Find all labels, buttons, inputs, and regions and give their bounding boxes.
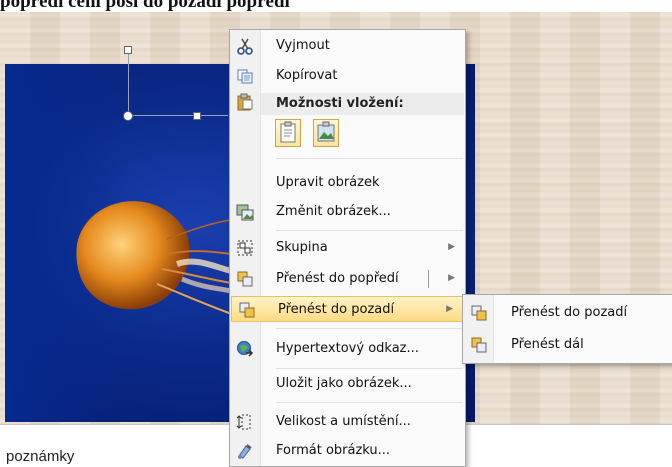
menu-item-save-as-picture[interactable]: Uložit jako obrázek... [230, 371, 465, 397]
menu-separator [276, 402, 463, 403]
notes-label: poznámky [6, 448, 75, 465]
resize-handle[interactable] [124, 46, 132, 54]
menu-separator [276, 328, 463, 329]
paste-text-icon [280, 121, 296, 143]
rotation-line [128, 50, 129, 115]
copy-icon [237, 69, 253, 84]
scissors-icon [237, 38, 253, 55]
submenu-arrow-icon: ▶ [446, 304, 453, 314]
resize-handle[interactable] [193, 112, 201, 120]
menu-item-hyperlink[interactable]: Hypertextový odkaz... [230, 336, 465, 362]
menu-item-change-picture[interactable]: Změnit obrázek... [230, 199, 465, 225]
group-icon [237, 240, 253, 256]
send-to-back-submenu: Přenést do pozadí Přenést dál [462, 294, 672, 364]
paste-options-header: Možnosti vložení: [261, 93, 464, 115]
size-position-icon [236, 414, 251, 430]
menu-separator [276, 230, 463, 231]
change-picture-icon [236, 204, 254, 221]
split-divider [428, 270, 429, 288]
submenu-item-send-to-back[interactable]: Přenést do pozadí [463, 300, 672, 326]
menu-item-size-position[interactable]: Velikost a umístění... [230, 409, 465, 435]
rotation-handle[interactable] [123, 111, 133, 121]
menu-item-format-picture[interactable]: Formát obrázku... [230, 438, 465, 464]
menu-item-edit-picture[interactable]: Upravit obrázek [230, 170, 465, 196]
paste-picture-icon [317, 121, 335, 142]
selection-frame-top [128, 115, 228, 116]
send-backward-icon [471, 337, 487, 353]
submenu-arrow-icon[interactable]: ▶ [448, 273, 455, 283]
submenu-item-send-backward[interactable]: Přenést dál [463, 332, 672, 358]
hyperlink-globe-icon [237, 341, 254, 357]
menu-item-copy[interactable]: Kopírovat [230, 63, 465, 89]
menu-item-group[interactable]: Skupina ▶ [230, 235, 465, 261]
paste-as-picture-button[interactable] [313, 119, 339, 147]
context-menu: Vyjmout Kopírovat Možnosti vložení: Upra… [229, 29, 466, 467]
format-picture-icon [238, 444, 252, 459]
bring-to-front-icon [237, 271, 253, 287]
menu-item-send-to-back[interactable]: Přenést do pozadí ▶ [231, 296, 464, 322]
menu-item-cut[interactable]: Vyjmout [230, 33, 465, 59]
slide-title-text: popředí čení posl do pozadí popředí [0, 0, 290, 12]
paste-icon [237, 93, 253, 111]
submenu-arrow-icon: ▶ [448, 242, 455, 252]
paste-keep-text-button[interactable] [275, 119, 301, 147]
menu-item-bring-to-front[interactable]: Přenést do popředí ▶ [230, 266, 465, 292]
send-to-back-icon [471, 305, 487, 321]
send-to-back-icon [239, 302, 255, 318]
menu-separator [276, 368, 463, 369]
menu-separator [276, 158, 463, 159]
